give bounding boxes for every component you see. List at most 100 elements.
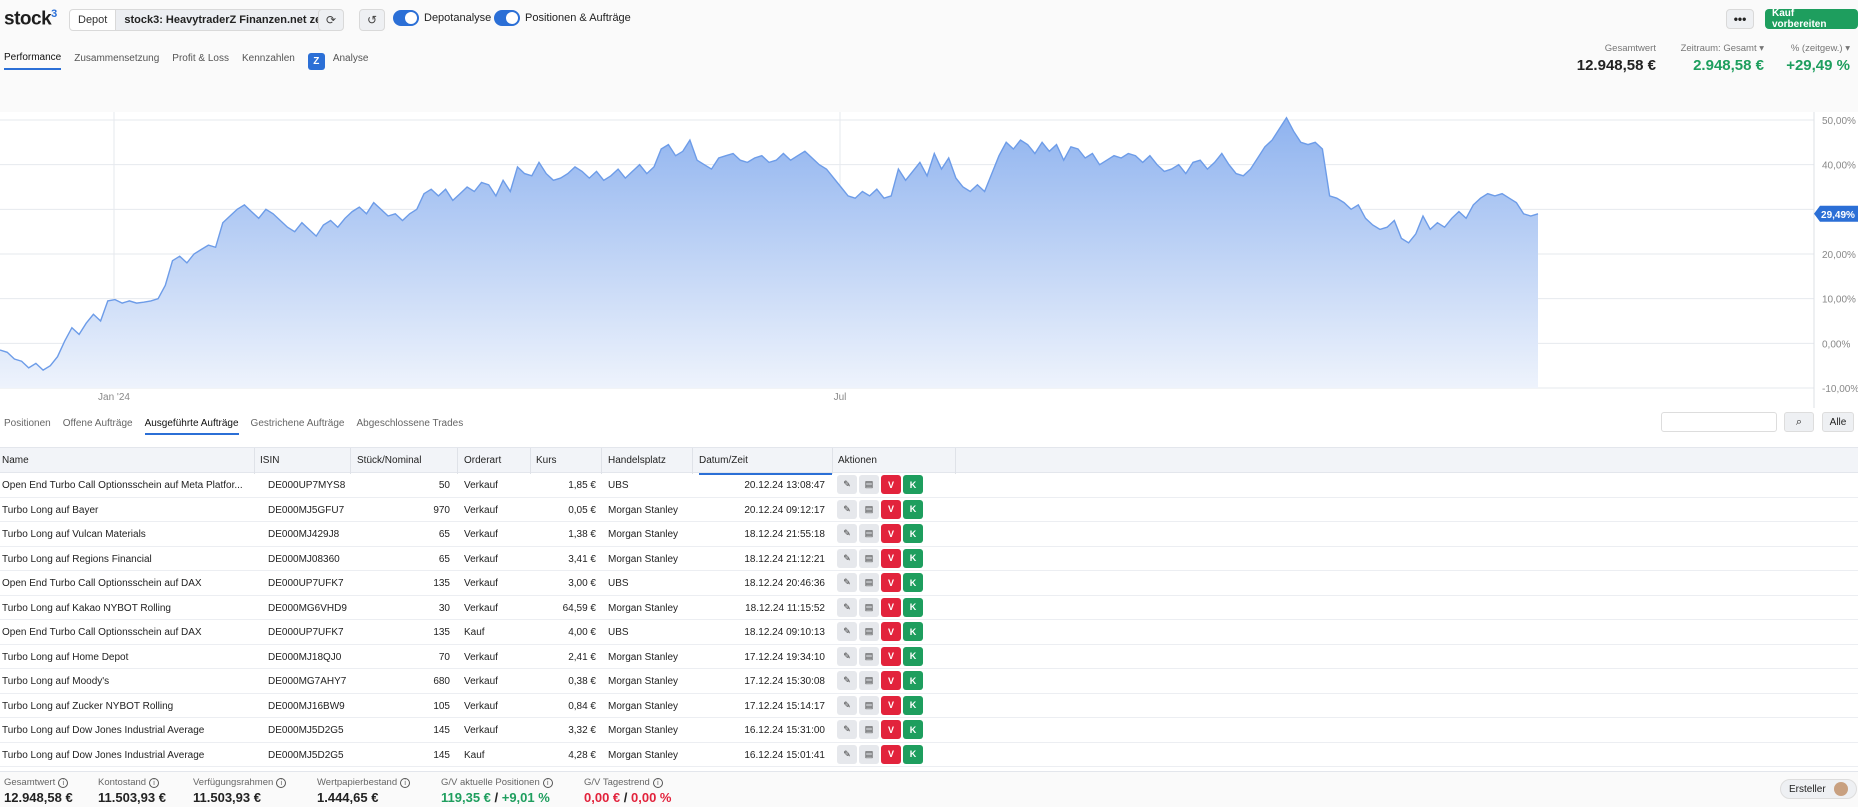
sell-button[interactable]: V (881, 475, 901, 494)
sell-button[interactable]: V (881, 671, 901, 690)
tab-abgeschlossene-trades[interactable]: Abgeschlossene Trades (357, 418, 464, 435)
edit-icon[interactable]: ✎ (837, 475, 857, 494)
tab-gestrichene-auftraege[interactable]: Gestrichene Aufträge (251, 418, 345, 435)
info-icon[interactable]: i (652, 778, 663, 788)
tab-offene-auftraege[interactable]: Offene Aufträge (63, 418, 133, 435)
document-icon[interactable]: ▤ (859, 646, 879, 666)
col-name[interactable]: Name (2, 455, 29, 466)
sell-button[interactable]: V (881, 548, 901, 568)
info-icon[interactable]: i (58, 778, 69, 788)
depot-value[interactable]: stock3: HeavytraderZ Finanzen.net zero (116, 10, 341, 30)
all-button[interactable]: Alle (1822, 412, 1854, 432)
kpi-percent-label[interactable]: % (zeitgew.) ▾ (1770, 43, 1850, 54)
ersteller-button[interactable]: Ersteller (1780, 779, 1857, 799)
edit-icon[interactable]: ✎ (837, 720, 857, 739)
document-icon[interactable]: ▤ (859, 695, 879, 715)
buy-button[interactable]: K (903, 646, 923, 666)
info-icon[interactable]: i (149, 778, 160, 788)
col-stueck[interactable]: Stück/Nominal (357, 455, 421, 466)
search-input[interactable] (1661, 412, 1777, 432)
depotanalyse-toggle[interactable]: Depotanalyse (393, 10, 491, 26)
reload-button[interactable]: ↺ (359, 9, 385, 31)
col-isin[interactable]: ISIN (260, 455, 279, 466)
kpi-zeitraum[interactable]: Zeitraum: Gesamt ▾ 2.948,58 € (1664, 43, 1764, 74)
col-kurs[interactable]: Kurs (536, 455, 557, 466)
tab-positionen[interactable]: Positionen (4, 418, 51, 435)
toggle-switch-positionen[interactable] (494, 10, 520, 26)
col-datum-zeit[interactable]: Datum/Zeit (699, 455, 832, 475)
info-icon[interactable]: i (400, 778, 411, 788)
edit-icon[interactable]: ✎ (837, 622, 857, 641)
more-options-button[interactable]: ••• (1726, 9, 1754, 29)
performance-chart[interactable]: 50,00%40,00%30,00%20,00%10,00%0,00%-10,0… (0, 112, 1858, 408)
col-orderart[interactable]: Orderart (464, 455, 501, 466)
table-row[interactable]: Open End Turbo Call Optionsschein auf DA… (0, 620, 1858, 645)
sell-button[interactable]: V (881, 646, 901, 666)
edit-icon[interactable]: ✎ (837, 573, 857, 592)
buy-button[interactable]: K (903, 524, 923, 543)
tab-performance[interactable]: Performance (4, 52, 62, 70)
tab-ausgefuehrte-auftraege[interactable]: Ausgeführte Aufträge (144, 418, 239, 435)
buy-button[interactable]: K (903, 744, 923, 764)
toggle-switch-depotanalyse[interactable] (393, 10, 419, 26)
buy-prepare-button[interactable]: Kauf vorbereiten (1765, 8, 1858, 30)
kpi-zeitraum-label[interactable]: Zeitraum: Gesamt ▾ (1664, 43, 1764, 54)
sell-button[interactable]: V (881, 573, 901, 592)
edit-icon[interactable]: ✎ (837, 524, 857, 543)
document-icon[interactable]: ▤ (859, 622, 879, 641)
document-icon[interactable]: ▤ (859, 671, 879, 690)
buy-button[interactable]: K (903, 499, 923, 519)
table-row[interactable]: Open End Turbo Call Optionsschein auf Me… (0, 473, 1858, 498)
document-icon[interactable]: ▤ (859, 597, 879, 617)
sell-button[interactable]: V (881, 720, 901, 739)
analyse-icon[interactable]: Z (307, 52, 325, 70)
sell-button[interactable]: V (881, 597, 901, 617)
table-row[interactable]: Turbo Long auf Zucker NYBOT Rolling DE000… (0, 694, 1858, 718)
chart-svg[interactable]: 50,00%40,00%30,00%20,00%10,00%0,00%-10,0… (0, 112, 1858, 408)
tab-analyse[interactable]: Analyse (333, 53, 369, 69)
buy-button[interactable]: K (903, 695, 923, 715)
logo[interactable]: stock3 (4, 8, 57, 30)
tab-zusammensetzung[interactable]: Zusammensetzung (74, 53, 159, 69)
buy-button[interactable]: K (903, 475, 923, 494)
tab-profit-loss[interactable]: Profit & Loss (172, 53, 229, 69)
table-row[interactable]: Turbo Long auf Dow Jones Industrial Aver… (0, 743, 1858, 767)
edit-icon[interactable]: ✎ (837, 548, 857, 568)
kpi-percent[interactable]: % (zeitgew.) ▾ +29,49 % (1770, 43, 1850, 74)
edit-icon[interactable]: ✎ (837, 646, 857, 666)
sell-button[interactable]: V (881, 524, 901, 543)
document-icon[interactable]: ▤ (859, 548, 879, 568)
edit-icon[interactable]: ✎ (837, 671, 857, 690)
tab-kennzahlen[interactable]: Kennzahlen (242, 53, 295, 69)
table-row[interactable]: Turbo Long auf Bayer DE000MJ5GFU7 970 Verka… (0, 498, 1858, 522)
table-row[interactable]: Turbo Long auf Kakao NYBOT Rolling DE000M… (0, 596, 1858, 620)
edit-icon[interactable]: ✎ (837, 499, 857, 519)
buy-button[interactable]: K (903, 573, 923, 592)
info-icon[interactable]: i (542, 778, 553, 788)
info-icon[interactable]: i (276, 778, 287, 788)
buy-button[interactable]: K (903, 622, 923, 641)
search-button[interactable]: ⌕ (1784, 412, 1814, 432)
buy-button[interactable]: K (903, 597, 923, 617)
sell-button[interactable]: V (881, 499, 901, 519)
document-icon[interactable]: ▤ (859, 524, 879, 543)
sell-button[interactable]: V (881, 744, 901, 764)
edit-icon[interactable]: ✎ (837, 744, 857, 764)
table-row[interactable]: Turbo Long auf Dow Jones Industrial Aver… (0, 718, 1858, 743)
sell-button[interactable]: V (881, 695, 901, 715)
table-row[interactable]: Turbo Long auf Home Depot DE000MJ18QJ0 70 V… (0, 645, 1858, 669)
col-handelsplatz[interactable]: Handelsplatz (608, 455, 666, 466)
buy-button[interactable]: K (903, 720, 923, 739)
document-icon[interactable]: ▤ (859, 475, 879, 494)
table-row[interactable]: Turbo Long auf Moody's DE000MG7AHY7 680 Ver… (0, 669, 1858, 694)
edit-icon[interactable]: ✎ (837, 597, 857, 617)
table-row[interactable]: Turbo Long auf Vulcan Materials DE000MJ42… (0, 522, 1858, 547)
document-icon[interactable]: ▤ (859, 720, 879, 739)
document-icon[interactable]: ▤ (859, 744, 879, 764)
depot-selector[interactable]: Depot stock3: HeavytraderZ Finanzen.net … (69, 9, 342, 31)
table-row[interactable]: Turbo Long auf Regions Financial DE000MJ0… (0, 547, 1858, 571)
buy-button[interactable]: K (903, 548, 923, 568)
sync-button[interactable]: ⟳ (318, 9, 344, 31)
positionen-toggle[interactable]: Positionen & Aufträge (494, 10, 631, 26)
table-row[interactable]: Open End Turbo Call Optionsschein auf DA… (0, 571, 1858, 596)
